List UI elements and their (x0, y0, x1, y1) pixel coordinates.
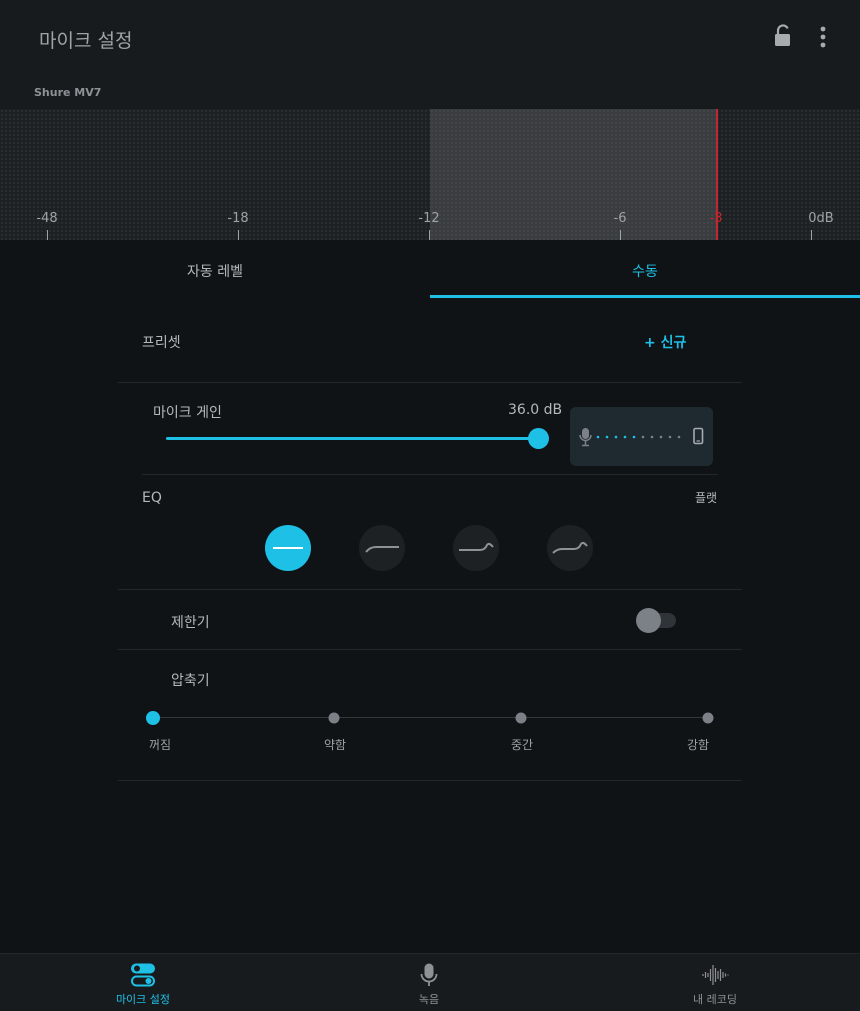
divider (118, 649, 742, 650)
compressor-label: 압축기 (171, 673, 210, 689)
scale-tick (429, 230, 430, 240)
nav-label: 마이크 설정 (115, 993, 171, 1006)
compressor-level-label: 강함 (686, 738, 710, 752)
level-meter: -48 -18 -12 -6 -3 0dB (0, 109, 860, 240)
gain-slider-track[interactable] (166, 437, 538, 440)
page-title: 마이크 설정 (39, 30, 133, 52)
new-preset-button[interactable]: + 신규 (644, 332, 686, 352)
waveform-icon (702, 965, 729, 985)
scale-tick (620, 230, 621, 240)
device-name: Shure MV7 (34, 86, 102, 99)
scale-tick (716, 230, 717, 240)
limiter-toggle-thumb[interactable] (636, 608, 661, 633)
top-app-bar: 마이크 설정 (0, 0, 860, 76)
scale-label: -48 (36, 211, 58, 226)
bottom-navigation: 마이크 설정 녹음 내 레코딩 (0, 953, 860, 1011)
eq-label: EQ (142, 490, 162, 506)
tab-indicator (430, 295, 860, 298)
compressor-slider-track[interactable] (153, 717, 709, 718)
target-level-range (430, 109, 717, 240)
microphone-icon (420, 963, 438, 986)
gain-label: 마이크 게인 (153, 405, 222, 421)
gain-value: 36.0 dB (508, 402, 563, 418)
tab-manual[interactable]: 수동 (430, 240, 860, 298)
scale-label: -12 (418, 211, 440, 226)
limiter-label: 제한기 (171, 615, 210, 631)
scale-label: -18 (227, 211, 249, 226)
presence-eq-icon[interactable] (453, 525, 499, 571)
nav-record[interactable]: 녹음 (286, 954, 572, 1011)
microphone-icon (579, 428, 592, 447)
lock-open-icon[interactable] (772, 24, 794, 48)
divider (142, 474, 718, 475)
phone-icon (693, 427, 704, 445)
mode-tabs: 자동 레벨 수동 (0, 240, 860, 298)
compressor-level-label: 꺼짐 (148, 738, 172, 752)
monitor-routing-card (570, 407, 713, 466)
tab-auto-level[interactable]: 자동 레벨 (0, 240, 430, 298)
compressor-stop[interactable] (146, 711, 160, 725)
scale-label: 0dB (808, 211, 834, 226)
divider (118, 382, 742, 383)
compressor-stop[interactable] (515, 712, 527, 724)
compressor-level-label: 중간 (510, 738, 534, 752)
scale-tick (238, 230, 239, 240)
nav-label: 녹음 (418, 993, 440, 1006)
preset-label: 프리셋 (142, 335, 181, 351)
compressor-stop[interactable] (702, 712, 714, 724)
flat-eq-icon[interactable] (265, 525, 311, 571)
more-vert-icon[interactable] (812, 24, 834, 50)
compressor-level-label: 약함 (323, 738, 347, 752)
scale-label: -6 (613, 211, 627, 226)
low-cut-presence-eq-icon[interactable] (547, 525, 593, 571)
toggles-icon (131, 963, 155, 987)
gain-slider-thumb[interactable] (528, 428, 549, 449)
divider (118, 589, 742, 590)
level-meter-panel: Shure MV7 -48 -18 -12 -6 -3 0dB (0, 76, 860, 240)
eq-current-value: 플랫 (695, 491, 718, 505)
scale-tick (811, 230, 812, 240)
scale-label: -3 (709, 211, 723, 226)
nav-mic-settings[interactable]: 마이크 설정 (0, 954, 286, 1011)
nav-label: 내 레코딩 (693, 993, 737, 1006)
divider (118, 780, 742, 781)
scale-tick (47, 230, 48, 240)
compressor-stop[interactable] (328, 712, 340, 724)
nav-my-recordings[interactable]: 내 레코딩 (572, 954, 858, 1011)
low-cut-eq-icon[interactable] (359, 525, 405, 571)
